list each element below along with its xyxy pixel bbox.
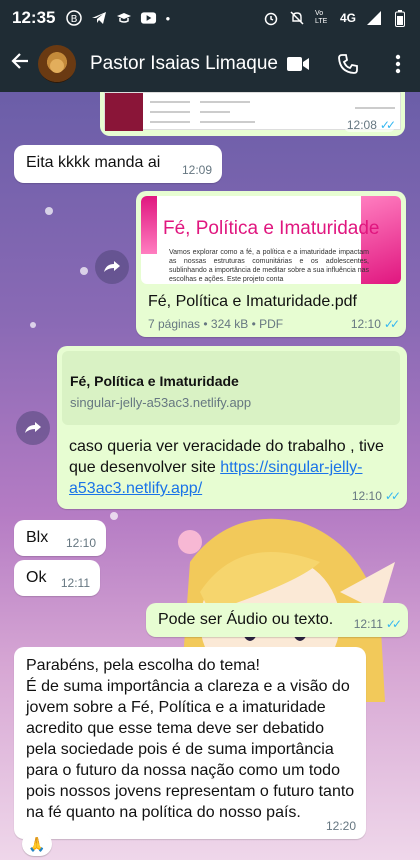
forward-button[interactable] xyxy=(16,411,50,445)
wallpaper-star xyxy=(80,267,88,275)
svg-text:B: B xyxy=(71,14,78,25)
pdf-file-info: 7 páginas • 324 kB • PDF xyxy=(148,317,284,331)
message-time: 12:10 xyxy=(65,536,96,550)
message-time: 12:10 xyxy=(351,489,382,503)
message-text: Ok xyxy=(26,569,47,586)
pdf-thumbnail-body: Vamos explorar como a fé, a política e a… xyxy=(169,249,370,283)
wallpaper-star xyxy=(30,322,36,328)
message-time: 12:09 xyxy=(181,163,212,177)
more-options-icon[interactable] xyxy=(386,52,410,76)
outgoing-link-message[interactable]: Fé, Política e Imaturidade singular-jell… xyxy=(57,346,407,509)
status-time: 12:35 xyxy=(12,8,56,27)
signal-icon xyxy=(365,10,382,27)
pdf-file-name: Fé, Política e Imaturidade.pdf xyxy=(148,293,357,310)
notification-b-icon: B xyxy=(65,10,82,27)
message-text: Parabéns, pela escolha do tema! É de sum… xyxy=(26,657,355,821)
battery-icon xyxy=(391,9,408,27)
outgoing-pdf-message[interactable]: Fé, Política e Imaturidade Vamos explora… xyxy=(136,191,406,337)
message-time: 12:10 xyxy=(350,317,381,331)
document-preview-bubble[interactable]: 12:08 ✓✓ xyxy=(100,92,405,136)
back-arrow-icon[interactable] xyxy=(10,51,32,77)
forward-button[interactable] xyxy=(95,250,129,284)
pdf-thumbnail[interactable]: Fé, Política e Imaturidade Vamos explora… xyxy=(141,196,401,284)
telegram-icon xyxy=(90,10,107,27)
incoming-message[interactable]: Ok 12:11 xyxy=(14,560,100,596)
pdf-thumbnail-title: Fé, Política e Imaturidade xyxy=(163,218,380,239)
wallpaper-star xyxy=(110,512,118,520)
message-meta: 12:10 ✓✓ xyxy=(350,317,400,331)
mute-icon xyxy=(289,10,306,27)
voice-call-icon[interactable] xyxy=(336,52,360,76)
read-ticks-icon: ✓✓ xyxy=(383,317,400,331)
message-reaction[interactable]: 🙏 xyxy=(22,832,52,856)
message-text: Eita kkkk manda ai xyxy=(26,154,161,171)
message-meta: 12:08 ✓✓ xyxy=(343,118,396,132)
wallpaper-star xyxy=(45,207,53,215)
message-meta: 12:10 xyxy=(66,536,96,550)
message-time: 12:20 xyxy=(325,819,356,833)
link-preview-card[interactable]: Fé, Política e Imaturidade singular-jell… xyxy=(62,351,400,425)
message-time: 12:08 xyxy=(346,118,377,132)
chat-area[interactable]: 12:08 ✓✓ Eita kkkk manda ai 12:09 Fé, Po… xyxy=(0,92,420,860)
message-text: caso queria ver veracidade do trabalho ,… xyxy=(69,436,399,499)
read-ticks-icon: ✓✓ xyxy=(379,118,396,132)
alarm-icon xyxy=(263,10,280,27)
network-label: 4G xyxy=(339,11,356,25)
incoming-message[interactable]: Eita kkkk manda ai 12:09 xyxy=(14,145,222,183)
video-call-icon[interactable] xyxy=(286,52,310,76)
incoming-message[interactable]: Blx 12:10 xyxy=(14,520,106,556)
incoming-long-message[interactable]: Parabéns, pela escolha do tema! É de sum… xyxy=(14,647,366,839)
chat-header: Pastor Isaias Limaque xyxy=(0,36,420,92)
more-notifications-dot-icon: ● xyxy=(165,13,171,23)
graduation-cap-icon xyxy=(115,10,132,27)
outgoing-message[interactable]: Pode ser Áudio ou texto. 12:11 ✓✓ xyxy=(146,603,408,637)
message-meta: 12:09 xyxy=(182,163,212,177)
message-time: 12:11 xyxy=(60,576,90,590)
contact-name[interactable]: Pastor Isaias Limaque xyxy=(90,53,278,75)
message-meta: 12:10 ✓✓ xyxy=(351,489,401,503)
message-text: Pode ser Áudio ou texto. xyxy=(158,611,334,628)
forward-icon xyxy=(25,422,41,433)
volte-label: Vo LTE xyxy=(314,10,328,25)
read-ticks-icon: ✓✓ xyxy=(384,489,401,503)
message-meta: 12:20 xyxy=(326,819,356,833)
youtube-icon xyxy=(140,10,157,27)
message-text: Blx xyxy=(26,529,49,546)
message-meta: 12:11 ✓✓ xyxy=(353,617,402,631)
forward-icon xyxy=(104,261,120,272)
link-preview-domain: singular-jelly-a53ac3.netlify.app xyxy=(70,395,252,410)
contact-avatar[interactable] xyxy=(38,45,76,83)
message-meta: 12:11 xyxy=(61,576,90,590)
link-preview-title: Fé, Política e Imaturidade xyxy=(70,373,239,389)
read-ticks-icon: ✓✓ xyxy=(385,617,402,631)
status-bar: 12:35 B ● Vo LTE 4G xyxy=(0,0,420,36)
message-time: 12:11 xyxy=(353,617,383,631)
